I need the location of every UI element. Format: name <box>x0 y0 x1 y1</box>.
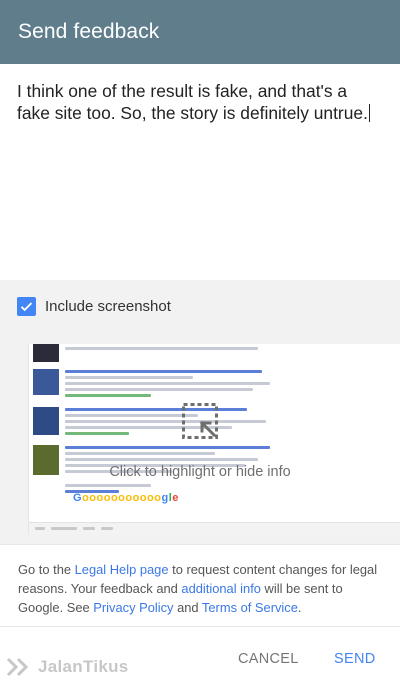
check-icon <box>20 301 33 311</box>
feedback-textarea[interactable]: I think one of the result is fake, and t… <box>0 64 400 280</box>
legal-notice: Go to the Legal Help page to request con… <box>0 544 400 626</box>
watermark-text: JalanTikus <box>38 657 129 676</box>
highlight-cursor-icon <box>182 403 218 439</box>
pagination-logo: Gooooooooooogle <box>73 492 179 504</box>
include-screenshot-label: Include screenshot <box>45 297 171 315</box>
preview-result <box>29 407 279 438</box>
preview-result <box>29 369 279 400</box>
preview-result <box>29 344 279 362</box>
preview-thumbnail <box>33 407 59 435</box>
jalantikus-logo-icon <box>6 657 29 677</box>
include-screenshot-checkbox[interactable] <box>17 296 36 316</box>
cancel-button[interactable]: CANCEL <box>238 651 299 667</box>
text-caret <box>368 104 370 122</box>
preview-thumbnail <box>33 344 59 362</box>
preview-footer <box>29 522 400 534</box>
dialog-title: Send feedback <box>18 20 160 43</box>
legal-text: . <box>297 600 302 615</box>
additional-info-link[interactable]: additional info <box>181 581 261 596</box>
feedback-text: I think one of the result is fake, and t… <box>17 81 368 123</box>
highlight-hint: Click to highlight or hide info <box>109 464 291 480</box>
legal-help-link[interactable]: Legal Help page <box>75 562 169 577</box>
dialog-header: Send feedback <box>0 0 400 64</box>
legal-text: Go to the <box>18 562 75 577</box>
legal-text: and <box>173 600 202 615</box>
privacy-policy-link[interactable]: Privacy Policy <box>93 600 173 615</box>
include-screenshot-row[interactable]: Include screenshot <box>0 280 400 332</box>
preview-thumbnail <box>33 369 59 395</box>
terms-of-service-link[interactable]: Terms of Service <box>202 600 298 615</box>
screenshot-preview[interactable]: Gooooooooooogle <box>28 344 400 534</box>
send-button[interactable]: SEND <box>334 651 376 667</box>
watermark: JalanTikus <box>6 657 129 677</box>
